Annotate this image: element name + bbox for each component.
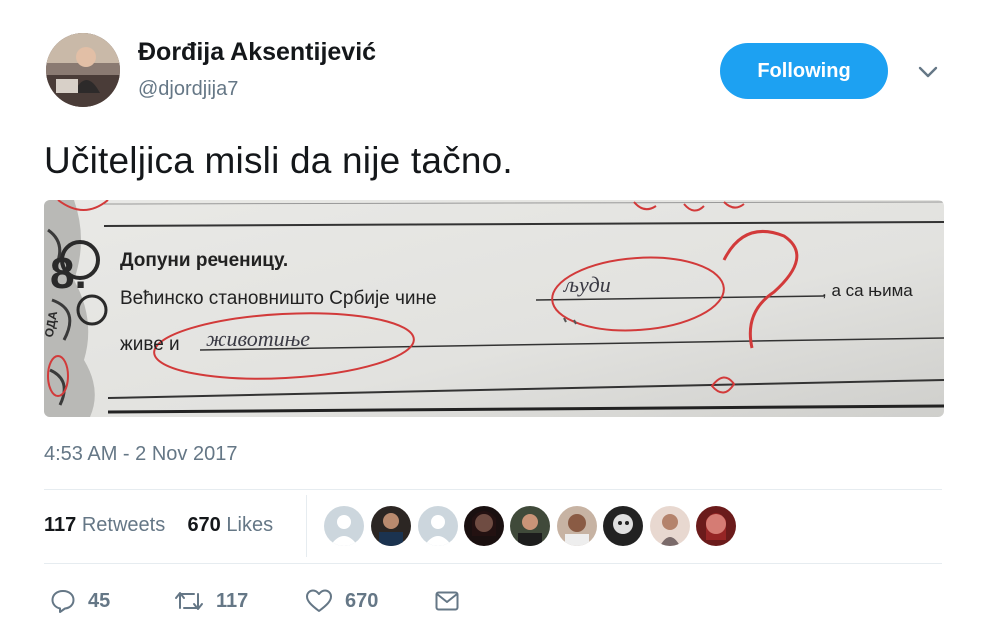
retweet-action[interactable]: 117 xyxy=(174,588,248,614)
following-button[interactable]: Following xyxy=(720,43,888,99)
tweet-timestamp[interactable]: 4:53 AM - 2 Nov 2017 xyxy=(44,443,237,466)
liker-avatar[interactable] xyxy=(324,506,364,546)
reply-count: 45 xyxy=(88,589,111,612)
worksheet-line1: Већинско становништо Србије чине xyxy=(120,288,437,309)
tweet-stats: 117 Retweets 670 Likes xyxy=(44,514,273,537)
tweet-photo[interactable]: 8. ОДА Допуни реченицу. Већинско становн… xyxy=(44,200,944,417)
handwritten-answer-1: људи xyxy=(562,272,611,297)
author-avatar[interactable] xyxy=(46,33,120,107)
tweet-text: Učiteljica misli da nije tačno. xyxy=(44,140,513,181)
liker-avatar[interactable] xyxy=(371,506,411,546)
message-action[interactable] xyxy=(434,588,472,614)
worksheet-image: 8. ОДА Допуни реченицу. Већинско становн… xyxy=(44,200,944,417)
divider xyxy=(44,563,942,564)
liker-avatar[interactable] xyxy=(603,506,643,546)
retweet-icon xyxy=(175,592,203,610)
like-count: 670 xyxy=(345,589,379,612)
retweet-count: 117 xyxy=(216,589,249,612)
worksheet-heading: Допуни реченицу. xyxy=(120,250,288,271)
liker-avatar[interactable] xyxy=(464,506,504,546)
author-display-name[interactable]: Đorđija Aksentijević xyxy=(138,38,376,67)
reply-action[interactable]: 45 xyxy=(50,588,110,614)
message-icon xyxy=(435,591,459,611)
divider xyxy=(44,489,942,490)
liker-avatar[interactable] xyxy=(510,506,550,546)
reply-icon xyxy=(51,590,75,613)
retweets-label: Retweets xyxy=(81,514,166,536)
author-handle[interactable]: @djordjija7 xyxy=(138,78,238,101)
liker-avatar[interactable] xyxy=(557,506,597,546)
likes-stat[interactable]: 670 Likes xyxy=(187,514,273,536)
exercise-number: 8. xyxy=(50,249,87,298)
liker-avatar[interactable] xyxy=(650,506,690,546)
handwritten-answer-2: животиње xyxy=(206,326,310,351)
likes-label: Likes xyxy=(226,514,274,536)
liker-avatar[interactable] xyxy=(418,506,458,546)
stats-separator xyxy=(306,495,307,557)
likes-count: 670 xyxy=(187,514,221,536)
heart-icon xyxy=(306,589,332,612)
retweets-stat[interactable]: 117 Retweets xyxy=(44,514,165,536)
retweets-count: 117 xyxy=(44,514,77,536)
worksheet-line2: живе и xyxy=(120,334,180,355)
like-action[interactable]: 670 xyxy=(305,588,378,614)
liker-avatar[interactable] xyxy=(696,506,736,546)
worksheet-line1-suffix: , а са њима xyxy=(822,281,913,300)
chevron-down-icon[interactable] xyxy=(913,60,943,84)
